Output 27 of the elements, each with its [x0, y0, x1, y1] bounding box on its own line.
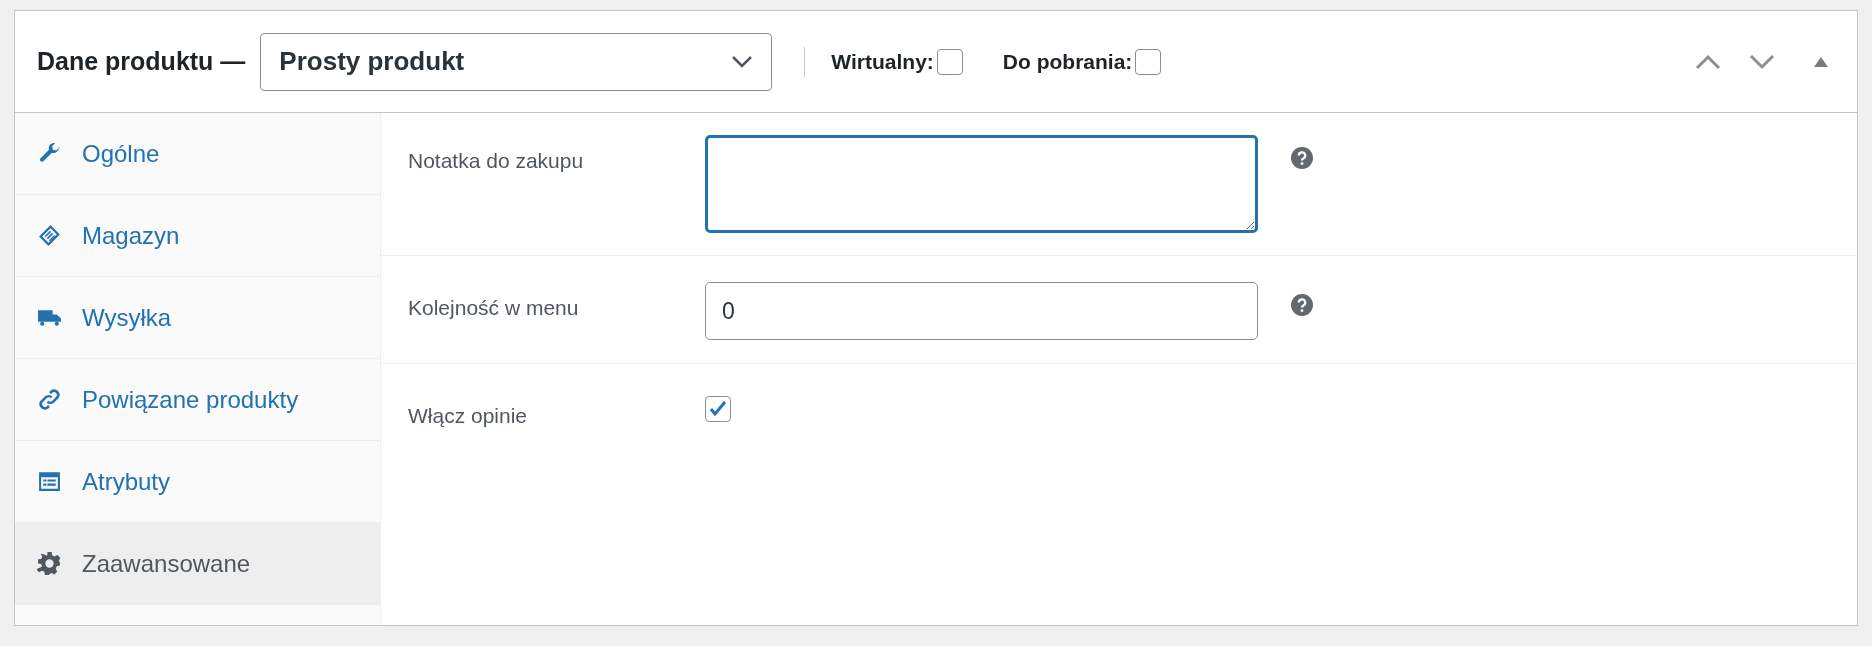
checkbox[interactable]: [936, 48, 963, 75]
help-icon[interactable]: [1291, 294, 1313, 316]
link-icon: [37, 387, 62, 412]
sidebar-tab[interactable]: Magazyn: [15, 195, 380, 277]
input-field[interactable]: 0: [705, 282, 1258, 340]
field-label: Notatka do zakupu: [408, 148, 585, 174]
help-icon[interactable]: [1291, 147, 1313, 169]
option-label: Wirtualny:: [831, 48, 934, 75]
sidebar-tab[interactable]: Powiązane produkty: [15, 359, 380, 441]
field-label: Włącz opinie: [408, 403, 529, 429]
panel-title: Dane produktu —: [37, 45, 246, 77]
list-card-icon: [37, 469, 62, 494]
checkbox[interactable]: [1135, 48, 1162, 75]
sidebar-tab[interactable]: Ogólne: [15, 113, 380, 195]
chevron-down-icon: [731, 54, 754, 69]
triangle-up-icon[interactable]: [1813, 55, 1829, 68]
text-area[interactable]: [705, 135, 1258, 233]
option-label: Do pobrania:: [1002, 48, 1133, 75]
sidebar-tab[interactable]: Wysyłka: [15, 277, 380, 359]
sidebar-tab[interactable]: Zaawansowane: [15, 523, 380, 605]
checkbox[interactable]: [705, 396, 731, 422]
chevron-up-icon[interactable]: [1695, 53, 1721, 70]
field-label: Kolejność w menu: [408, 295, 580, 321]
product-type-select[interactable]: Prosty produkt: [260, 32, 773, 91]
tag-icon: [37, 223, 62, 248]
settings-icon: [37, 551, 62, 576]
chevron-down-icon[interactable]: [1749, 53, 1775, 70]
